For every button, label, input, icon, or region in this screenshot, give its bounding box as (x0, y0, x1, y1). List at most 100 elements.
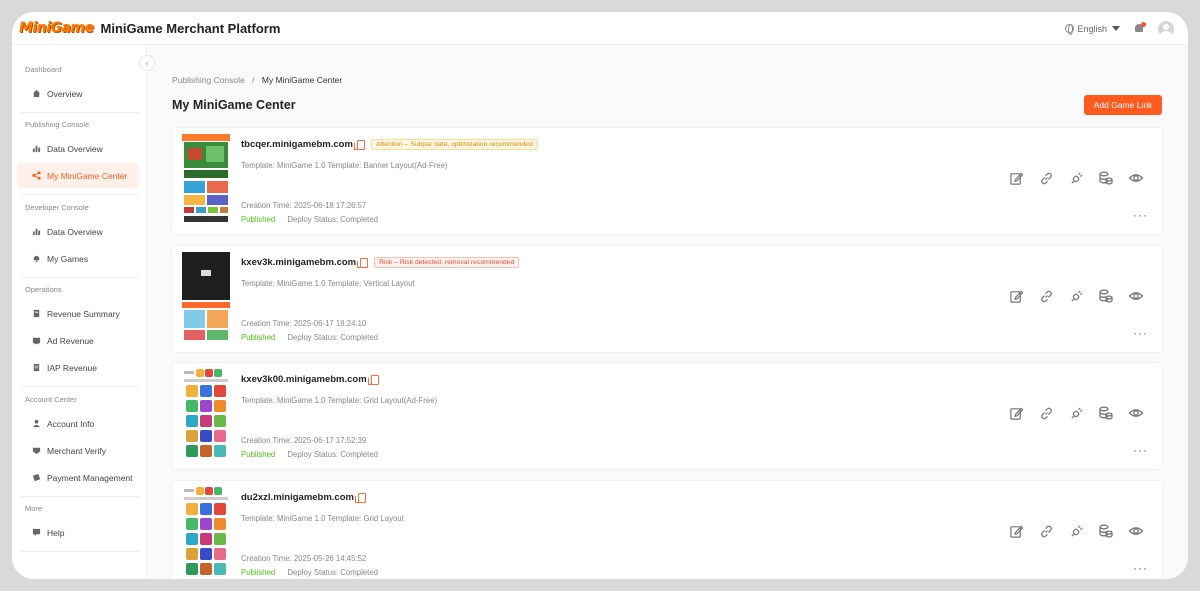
sidebar-group: Account Center Account Info Merchant Ver… (12, 394, 139, 497)
link-icon[interactable] (1038, 288, 1054, 304)
platform-title: MiniGame Merchant Platform (100, 20, 281, 36)
link-icon[interactable] (1038, 523, 1054, 539)
language-selector[interactable]: English (1065, 24, 1120, 35)
sidebar-item-ad-revenue[interactable]: Ad Revenue (17, 328, 139, 353)
user-icon (32, 419, 41, 428)
divider (21, 112, 139, 113)
sidebar-item-label: My MiniGame Center (47, 170, 128, 181)
deploy-status: Deploy Status: Completed (287, 568, 378, 577)
bell-icon (32, 254, 41, 263)
top-right-tools: English (1065, 12, 1174, 45)
add-game-link-button[interactable]: Add Game Link (1084, 95, 1162, 115)
collapse-sidebar-button[interactable]: ‹ (139, 55, 155, 71)
edit-icon[interactable] (1008, 288, 1024, 304)
sidebar-item-label: Overview (47, 88, 83, 99)
domain-text[interactable]: kxev3k00.minigamebm.com (241, 374, 367, 385)
sidebar-group-title: Developer Console (25, 203, 89, 212)
page-title: My MiniGame Center (172, 98, 296, 112)
plug-icon[interactable] (1068, 405, 1084, 421)
status-badge: Attention – Subpar data, optimization re… (370, 139, 538, 150)
avatar[interactable] (1158, 20, 1174, 37)
game-thumbnail[interactable] (182, 134, 230, 224)
globe-icon (1065, 24, 1075, 35)
creation-time: Creation Time: 2025-06-18 17:26:57 (241, 201, 367, 210)
sidebar-item-iap-revenue[interactable]: IAP Revenue (17, 355, 139, 380)
sidebar-item-my-games[interactable]: My Games (17, 246, 139, 271)
sidebar-group-title: Operations (25, 285, 62, 294)
sidebar-item-label: Revenue Summary (47, 308, 120, 319)
published-status: Published (241, 450, 276, 459)
sidebar-item-overview[interactable]: Overview (17, 81, 139, 106)
sidebar-group: More Help (12, 503, 139, 552)
domain-text[interactable]: du2xzl.minigamebm.com (241, 492, 354, 503)
breadcrumb-separator: / (252, 75, 255, 85)
ad-icon (32, 336, 41, 345)
domain-text[interactable]: kxev3k.minigamebm.com (241, 257, 356, 268)
coins-icon[interactable] (1098, 288, 1114, 304)
plug-icon[interactable] (1068, 288, 1084, 304)
document-icon (32, 363, 41, 372)
sidebar-item-payment-management[interactable]: Payment Management (17, 465, 139, 490)
copy-icon[interactable] (357, 257, 369, 268)
sidebar-item-label: Data Overview (47, 226, 103, 237)
status-line: Published Deploy Status: Completed (241, 215, 378, 224)
game-thumbnail[interactable] (182, 369, 230, 459)
link-icon[interactable] (1038, 170, 1054, 186)
template-info: Template: MiniGame 1.0 Template: Grid La… (241, 514, 404, 523)
domain-text[interactable]: tbcqer.minigamebm.com (241, 139, 353, 150)
eye-icon[interactable] (1128, 523, 1144, 539)
divider (21, 194, 139, 195)
sidebar-item-merchant-verify[interactable]: Merchant Verify (17, 438, 139, 463)
divider (21, 551, 139, 552)
copy-icon[interactable] (353, 139, 365, 150)
card-actions (1008, 170, 1144, 186)
notification-bell-icon[interactable] (1134, 22, 1146, 34)
sidebar-item-my-minigame-center[interactable]: My MiniGame Center (17, 163, 139, 188)
sidebar-group: Developer Console Data Overview My Games (12, 202, 139, 278)
more-options-icon[interactable]: ··· (1133, 326, 1148, 340)
breadcrumb: Publishing Console / My MiniGame Center (172, 75, 342, 85)
logo[interactable]: MiniGame (19, 18, 94, 38)
more-options-icon[interactable]: ··· (1133, 443, 1148, 457)
breadcrumb-parent[interactable]: Publishing Console (172, 75, 245, 85)
more-options-icon[interactable]: ··· (1133, 561, 1148, 575)
eye-icon[interactable] (1128, 288, 1144, 304)
eye-icon[interactable] (1128, 405, 1144, 421)
status-badge: Risk – Risk detected, removal recommende… (374, 257, 520, 268)
sidebar-group: Publishing Console Data Overview My Mini… (12, 119, 139, 195)
edit-icon[interactable] (1008, 405, 1024, 421)
sidebar-item-revenue-summary[interactable]: Revenue Summary (17, 301, 139, 326)
more-options-icon[interactable]: ··· (1133, 208, 1148, 222)
sidebar-group-title: Account Center (25, 395, 77, 404)
link-icon[interactable] (1038, 405, 1054, 421)
sidebar-item-data-overview[interactable]: Data Overview (17, 219, 139, 244)
share-icon (32, 171, 41, 180)
template-info: Template: MiniGame 1.0 Template: Grid La… (241, 396, 438, 405)
sidebar-item-label: Payment Management (47, 472, 133, 483)
plug-icon[interactable] (1068, 170, 1084, 186)
sidebar-item-data-overview[interactable]: Data Overview (17, 136, 139, 161)
creation-time: Creation Time: 2025-06-17 17:52:39 (241, 436, 367, 445)
plug-icon[interactable] (1068, 523, 1084, 539)
sidebar-item-account-info[interactable]: Account Info (17, 411, 139, 436)
eye-icon[interactable] (1128, 170, 1144, 186)
sidebar-item-help[interactable]: Help (17, 520, 139, 545)
bar-chart-icon (32, 227, 41, 236)
coins-icon[interactable] (1098, 523, 1114, 539)
copy-icon[interactable] (354, 492, 366, 503)
game-thumbnail[interactable] (182, 487, 230, 577)
game-card: kxev3k.minigamebm.com Risk – Risk detect… (172, 246, 1162, 352)
copy-icon[interactable] (367, 374, 379, 385)
card-actions (1008, 523, 1144, 539)
coins-icon[interactable] (1098, 170, 1114, 186)
coins-icon[interactable] (1098, 405, 1114, 421)
game-domain: kxev3k00.minigamebm.com (241, 374, 379, 385)
top-bar: MiniGame MiniGame Merchant Platform Engl… (12, 12, 1188, 45)
game-thumbnail[interactable] (182, 252, 230, 342)
status-line: Published Deploy Status: Completed (241, 450, 378, 459)
edit-icon[interactable] (1008, 170, 1024, 186)
edit-icon[interactable] (1008, 523, 1024, 539)
creation-time: Creation Time: 2025-06-17 18:24:10 (241, 319, 367, 328)
sidebar-group-title: Dashboard (25, 65, 62, 74)
creation-time: Creation Time: 2025-05-26 14:45:52 (241, 554, 367, 563)
